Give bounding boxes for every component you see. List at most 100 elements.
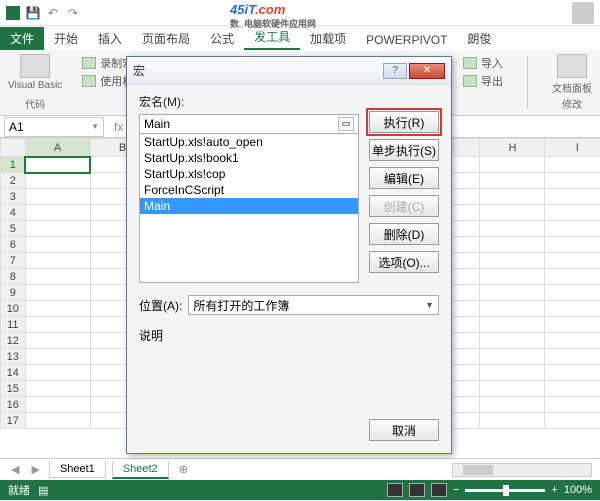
cell[interactable] (545, 317, 600, 333)
col-header[interactable]: I (545, 139, 600, 157)
sheet-nav-prev[interactable]: ◀ (8, 463, 22, 476)
cell[interactable] (25, 317, 90, 333)
zoom-slider[interactable] (465, 489, 545, 492)
row-header[interactable]: 3 (1, 189, 26, 205)
row-header[interactable]: 8 (1, 269, 26, 285)
macro-list-item[interactable]: ForceInCScript (140, 182, 358, 198)
row-header[interactable]: 11 (1, 317, 26, 333)
cell[interactable] (25, 269, 90, 285)
group-vb[interactable]: Visual Basic 代码 (8, 54, 62, 111)
sheet-tab-1[interactable]: Sheet1 (49, 461, 106, 478)
row-header[interactable]: 1 (1, 157, 26, 173)
cell[interactable] (545, 381, 600, 397)
tab-insert[interactable]: 插入 (88, 27, 132, 50)
cell[interactable] (25, 253, 90, 269)
cell[interactable] (545, 253, 600, 269)
tab-file[interactable]: 文件 (0, 27, 44, 50)
name-box[interactable]: A1 ▼ (4, 117, 104, 137)
cell[interactable] (480, 365, 545, 381)
cell[interactable] (480, 397, 545, 413)
macro-listbox[interactable]: StartUp.xls!auto_openStartUp.xls!book1St… (139, 133, 359, 283)
cell[interactable] (480, 301, 545, 317)
cell[interactable] (480, 189, 545, 205)
col-header[interactable]: H (480, 139, 545, 157)
cell[interactable] (25, 285, 90, 301)
cell[interactable] (480, 253, 545, 269)
tab-start[interactable]: 开始 (44, 27, 88, 50)
cell[interactable] (25, 221, 90, 237)
cell[interactable] (480, 205, 545, 221)
delete-button[interactable]: 删除(D) (369, 223, 439, 245)
row-header[interactable]: 2 (1, 173, 26, 189)
sheet-tab-2[interactable]: Sheet2 (112, 461, 169, 479)
cell[interactable] (545, 189, 600, 205)
macro-list-item[interactable]: StartUp.xls!auto_open (140, 134, 358, 150)
cell[interactable] (545, 269, 600, 285)
cell[interactable] (25, 301, 90, 317)
cell[interactable] (545, 413, 600, 429)
cell[interactable] (545, 349, 600, 365)
view-normal-icon[interactable] (387, 483, 403, 497)
tab-addins[interactable]: 加载项 (300, 27, 356, 50)
cell[interactable] (25, 173, 90, 189)
dialog-titlebar[interactable]: 宏 ? ✕ (127, 57, 451, 85)
row-header[interactable]: 17 (1, 413, 26, 429)
cell[interactable] (480, 237, 545, 253)
horizontal-scrollbar[interactable] (452, 463, 592, 477)
macro-list-item[interactable]: StartUp.xls!book1 (140, 150, 358, 166)
zoom-in-icon[interactable]: + (551, 484, 557, 496)
cell[interactable] (480, 381, 545, 397)
cell[interactable] (25, 365, 90, 381)
cancel-button[interactable]: 取消 (369, 419, 439, 441)
cell[interactable] (480, 221, 545, 237)
redo-icon[interactable]: ↷ (66, 6, 80, 20)
macro-name-input[interactable]: Main ▭ (139, 114, 359, 134)
row-header[interactable]: 7 (1, 253, 26, 269)
tab-formula[interactable]: 公式 (200, 27, 244, 50)
cell[interactable] (545, 397, 600, 413)
cell[interactable] (545, 301, 600, 317)
row-header[interactable]: 10 (1, 301, 26, 317)
cell[interactable] (480, 157, 545, 173)
cell[interactable] (25, 189, 90, 205)
row-header[interactable]: 15 (1, 381, 26, 397)
cell[interactable] (480, 413, 545, 429)
cell[interactable] (545, 365, 600, 381)
view-layout-icon[interactable] (409, 483, 425, 497)
tab-user[interactable]: 朗俊 (457, 27, 501, 50)
cell[interactable] (480, 349, 545, 365)
collapse-icon[interactable]: ▭ (338, 117, 354, 131)
row-header[interactable]: 13 (1, 349, 26, 365)
cell[interactable] (480, 333, 545, 349)
run-button[interactable]: 执行(R) (369, 111, 439, 133)
row-header[interactable]: 9 (1, 285, 26, 301)
chevron-down-icon[interactable]: ▼ (91, 122, 99, 131)
cell[interactable] (545, 333, 600, 349)
cell[interactable] (25, 205, 90, 221)
sheet-nav-next[interactable]: ▶ (28, 463, 42, 476)
save-icon[interactable]: 💾 (26, 6, 40, 20)
cell[interactable] (480, 285, 545, 301)
cell[interactable] (25, 237, 90, 253)
edit-button[interactable]: 编辑(E) (369, 167, 439, 189)
undo-icon[interactable]: ↶ (46, 6, 60, 20)
cell[interactable] (25, 413, 90, 429)
help-icon[interactable]: ? (383, 63, 407, 79)
cell[interactable] (25, 349, 90, 365)
cell[interactable] (545, 221, 600, 237)
zoom-value[interactable]: 100% (564, 484, 592, 496)
select-all-corner[interactable] (1, 139, 26, 157)
row-header[interactable]: 6 (1, 237, 26, 253)
col-header[interactable]: A (25, 139, 90, 157)
cell[interactable] (25, 381, 90, 397)
row-header[interactable]: 14 (1, 365, 26, 381)
export-btn[interactable]: 导出 (463, 72, 503, 90)
user-avatar[interactable] (572, 2, 594, 24)
row-header[interactable]: 16 (1, 397, 26, 413)
cell[interactable] (545, 157, 600, 173)
cell[interactable] (545, 173, 600, 189)
row-header[interactable]: 4 (1, 205, 26, 221)
cell[interactable] (25, 333, 90, 349)
cell[interactable] (545, 237, 600, 253)
row-header[interactable]: 12 (1, 333, 26, 349)
